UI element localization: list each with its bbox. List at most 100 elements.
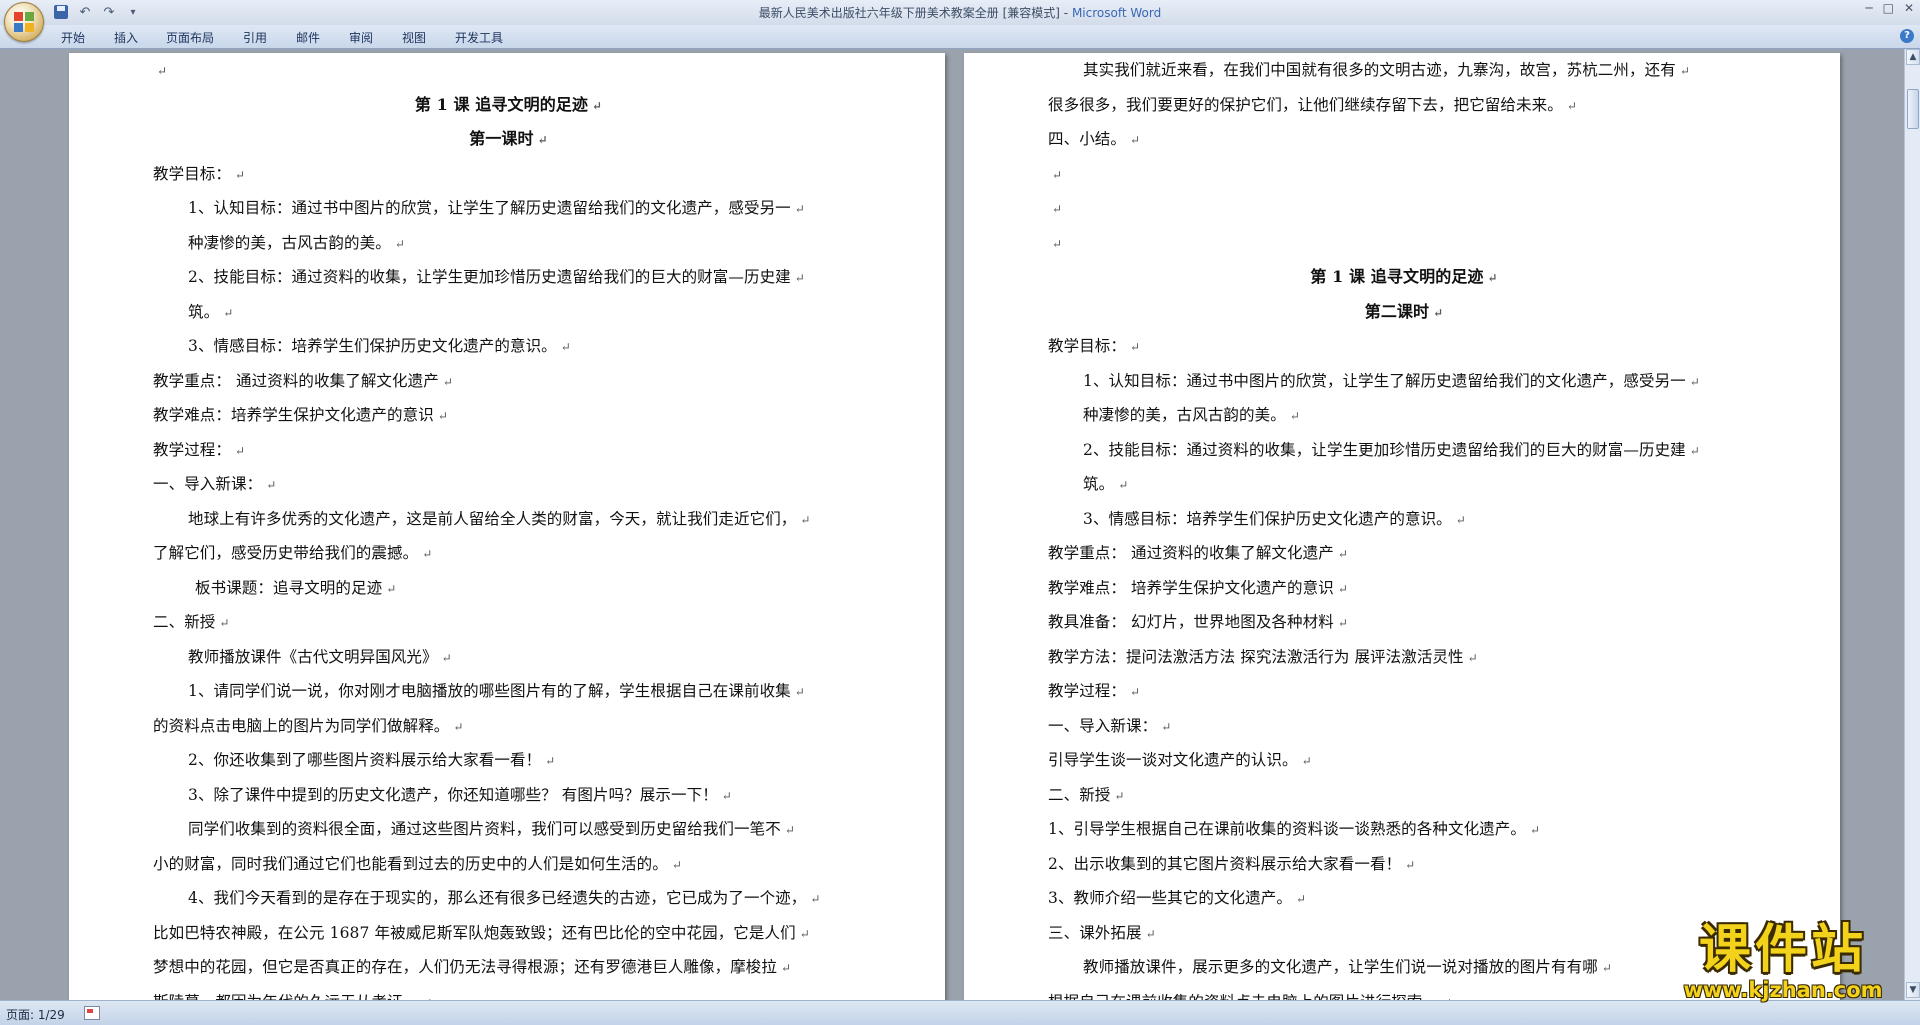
paragraph-mark-icon: ↵ [1118, 478, 1129, 492]
line-text: 1、认知目标：通过书中图片的欣赏，让学生了解历史遗留给我们的文化遗产，感受另一 [1083, 371, 1686, 390]
paragraph-mark-icon: ↵ [1130, 685, 1141, 699]
paragraph-line: 2、技能目标：通过资料的收集，让学生更加珍惜历史遗留给我们的巨大的财富—历史建 ↵ [153, 260, 864, 295]
scroll-up-button[interactable]: ▲ [1906, 49, 1920, 65]
tab-references[interactable]: 引用 [243, 29, 267, 46]
minimize-button[interactable]: ─ [1865, 1, 1872, 15]
line-text: 2、技能目标：通过资料的收集，让学生更加珍惜历史遗留给我们的巨大的财富—历史建 [1083, 440, 1686, 459]
tab-insert[interactable]: 插入 [114, 29, 138, 46]
paragraph-line: 第 1 课 追寻文明的足迹 ↵ [153, 88, 864, 123]
paragraph-mark-icon: ↵ [1295, 892, 1307, 906]
document-page-1[interactable]: ↵ 第 1 课 追寻文明的足迹 ↵ 第一课时 ↵ 教学目标： ↵ 1、认知目标：通过书中图片的… [69, 53, 945, 1000]
tab-developer[interactable]: 开发工具 [455, 29, 503, 46]
tab-page-layout[interactable]: 页面布局 [166, 29, 214, 46]
paragraph-mark-icon: ↵ [1337, 581, 1348, 596]
line-text: 比如巴特农神殿，在公元 1687 年被威尼斯军队炮轰致毁；还有巴比伦的空中花园，… [153, 923, 796, 942]
paragraph-line: 4、我们今天看到的是存在于现实的，那么还有很多已经遗失的古迹，它已成为了一个迹，… [153, 881, 864, 916]
paragraph-line: 教学重点： 通过资料的收集了解文化遗产 ↵ [153, 364, 864, 399]
line-text: 一、导入新课： [1048, 716, 1158, 735]
paragraph-line: ↵ [1048, 226, 1760, 261]
paragraph-mark-icon: ↵ [1433, 305, 1444, 320]
paragraph-mark-icon: ↵ [1161, 719, 1172, 734]
document-workspace: ↵ 第 1 课 追寻文明的足迹 ↵ 第一课时 ↵ 教学目标： ↵ 1、认知目标：通过书中图片的… [0, 49, 1904, 1000]
help-icon[interactable]: ? [1900, 29, 1914, 43]
paragraph-mark-icon: ↵ [441, 650, 452, 665]
paragraph-line: 四、小结。 ↵ [1048, 122, 1760, 157]
line-text: 2、技能目标：通过资料的收集，让学生更加珍惜历史遗留给我们的巨大的财富—历史建 [188, 268, 791, 286]
close-button[interactable]: ✕ [1904, 1, 1914, 15]
document-name: 最新人民美术出版社六年级下册美术教案全册 [兼容模式] [758, 6, 1060, 20]
tab-mailings[interactable]: 邮件 [296, 29, 320, 46]
line-text: 1、请同学们说一说，你对刚才电脑播放的哪些图片有的了解，学生根据自己在课前收集 [188, 682, 791, 700]
paragraph-mark-icon: ↵ [560, 340, 571, 354]
tab-home[interactable]: 开始 [61, 29, 85, 46]
paragraph-line: 筑。 ↵ [1048, 467, 1760, 502]
paragraph-line: 2、出示收集到的其它图片资料展示给大家看一看！ ↵ [1048, 847, 1760, 882]
line-text: 教学方法：提问法激活方法 探究法激活行为 展评法激活灵性 [1048, 647, 1464, 666]
line-text: 3、情感目标：培养学生们保护历史文化遗产的意识。 [1083, 509, 1452, 528]
document-page-2[interactable]: 其实我们就近来看，在我们中国就有很多的文明古迹，九寨沟，故宫，苏杭二州，还有 ↵ 很… [964, 53, 1840, 1000]
paragraph-line: 了解它们，感受历史带给我们的震撼。 ↵ [153, 536, 864, 571]
paragraph-line: 教学方法：提问法激活方法 探究法激活行为 展评法激活灵性 ↵ [1048, 640, 1760, 675]
line-text: 第 1 课 追寻文明的足迹 [1310, 267, 1484, 286]
office-button[interactable] [4, 2, 44, 42]
paragraph-line: ↵ [153, 53, 864, 88]
paragraph-mark-icon: ↵ [537, 133, 548, 147]
maximize-button[interactable]: □ [1883, 1, 1894, 15]
line-text: 3、情感目标：培养学生们保护历史文化遗产的意识。 [188, 337, 557, 355]
line-text: 2、出示收集到的其它图片资料展示给大家看一看！ [1048, 854, 1402, 873]
line-text: 4、我们今天看到的是存在于现实的，那么还有很多已经遗失的古迹，它已成为了一个迹， [188, 889, 807, 907]
line-text: 引导学生谈一谈对文化遗产的认识。 [1048, 751, 1298, 769]
paragraph-line: 一、导入新课： ↵ [153, 467, 864, 502]
paragraph-mark-icon: ↵ [810, 892, 821, 906]
scroll-thumb[interactable] [1907, 89, 1919, 129]
paragraph-mark-icon: ↵ [1529, 823, 1541, 837]
page-count-indicator[interactable]: 页面: 1/29 [6, 1006, 65, 1023]
paragraph-line: 1、请同学们说一说，你对刚才电脑播放的哪些图片有的了解，学生根据自己在课前收集 ↵ [153, 674, 864, 709]
paragraph-mark-icon: ↵ [437, 409, 448, 423]
paragraph-line: 同学们收集到的资料很全面，通过这些图片资料，我们可以感受到历史留给我们一笔不 ↵ [153, 812, 864, 847]
paragraph-mark-icon: ↵ [1689, 374, 1700, 389]
tab-view[interactable]: 视图 [402, 29, 426, 46]
paragraph-mark-icon: ↵ [1455, 512, 1466, 527]
paragraph-line: 的资料点击电脑上的图片为同学们做解释。 ↵ [153, 709, 864, 744]
paragraph-line: 一、导入新课： ↵ [1048, 709, 1760, 744]
paragraph-line: 教学过程： ↵ [153, 433, 864, 468]
paragraph-mark-icon: ↵ [721, 788, 732, 803]
line-text: 教学过程： [1048, 682, 1127, 700]
paragraph-mark-icon: ↵ [794, 271, 805, 285]
paragraph-line: 其实我们就近来看，在我们中国就有很多的文明古迹，九寨沟，故宫，苏杭二州，还有 ↵ [1048, 53, 1760, 88]
line-text: 第一课时 [469, 129, 534, 148]
paragraph-mark-icon: ↵ [1052, 167, 1063, 182]
paragraph-mark-icon: ↵ [1467, 650, 1478, 665]
status-bar: 页面: 1/29 [0, 1000, 1920, 1025]
paragraph-line: 第二课时 ↵ [1048, 295, 1760, 330]
scroll-down-button[interactable]: ▼ [1906, 982, 1920, 998]
paragraph-line: 地球上有许多优秀的文化遗产，这是前人留给全人类的财富，今天，就让我们走近它们， ↵ [153, 502, 864, 537]
line-text: 3、除了课件中提到的历史文化遗产，你还知道哪些？ 有图片吗？展示一下！ [188, 785, 718, 804]
paragraph-mark-icon: ↵ [592, 98, 603, 113]
line-text: 其实我们就近来看，在我们中国就有很多的文明古迹，九寨沟，故宫，苏杭二州，还有 [1083, 61, 1676, 79]
paragraph-mark-icon: ↵ [1145, 926, 1156, 941]
line-text: 教学重点： 通过资料的收集了解文化遗产 [153, 371, 439, 390]
paragraph-line: 1、引导学生根据自己在课前收集的资料谈一谈熟悉的各种文化遗产。 ↵ [1048, 812, 1760, 847]
line-text: 二、新授 [1048, 785, 1111, 804]
paragraph-line: 3、情感目标：培养学生们保护历史文化遗产的意识。 ↵ [1048, 502, 1760, 537]
paragraph-mark-icon: ↵ [1689, 443, 1700, 458]
vertical-scrollbar[interactable]: ▲ ▼ [1904, 49, 1920, 1000]
proofing-status-icon[interactable] [84, 1006, 100, 1020]
paragraph-mark-icon: ↵ [1052, 202, 1063, 216]
paragraph-mark-icon: ↵ [1301, 754, 1312, 768]
watermark-logo: 课件站 www.kjzhan.com [1665, 921, 1901, 1001]
paragraph-mark-icon: ↵ [1566, 98, 1577, 113]
tab-review[interactable]: 审阅 [349, 29, 373, 46]
paragraph-mark-icon: ↵ [545, 754, 556, 768]
paragraph-line: 教学目标： ↵ [1048, 329, 1760, 364]
paragraph-mark-icon: ↵ [219, 616, 230, 630]
paragraph-mark-icon: ↵ [1337, 616, 1348, 630]
paragraph-mark-icon: ↵ [1289, 409, 1300, 423]
paragraph-line: 梦想中的花园，但它是否真正的存在，人们仍无法寻得根源；还有罗德港巨人雕像，摩梭拉… [153, 950, 864, 985]
line-text: 教学过程： [153, 440, 232, 459]
paragraph-line: 小的财富，同时我们通过它们也能看到过去的历史中的人们是如何生活的。 ↵ [153, 847, 864, 882]
paragraph-mark-icon: ↵ [1487, 271, 1498, 285]
line-text: 教具准备： 幻灯片，世界地图及各种材料 [1048, 613, 1334, 631]
